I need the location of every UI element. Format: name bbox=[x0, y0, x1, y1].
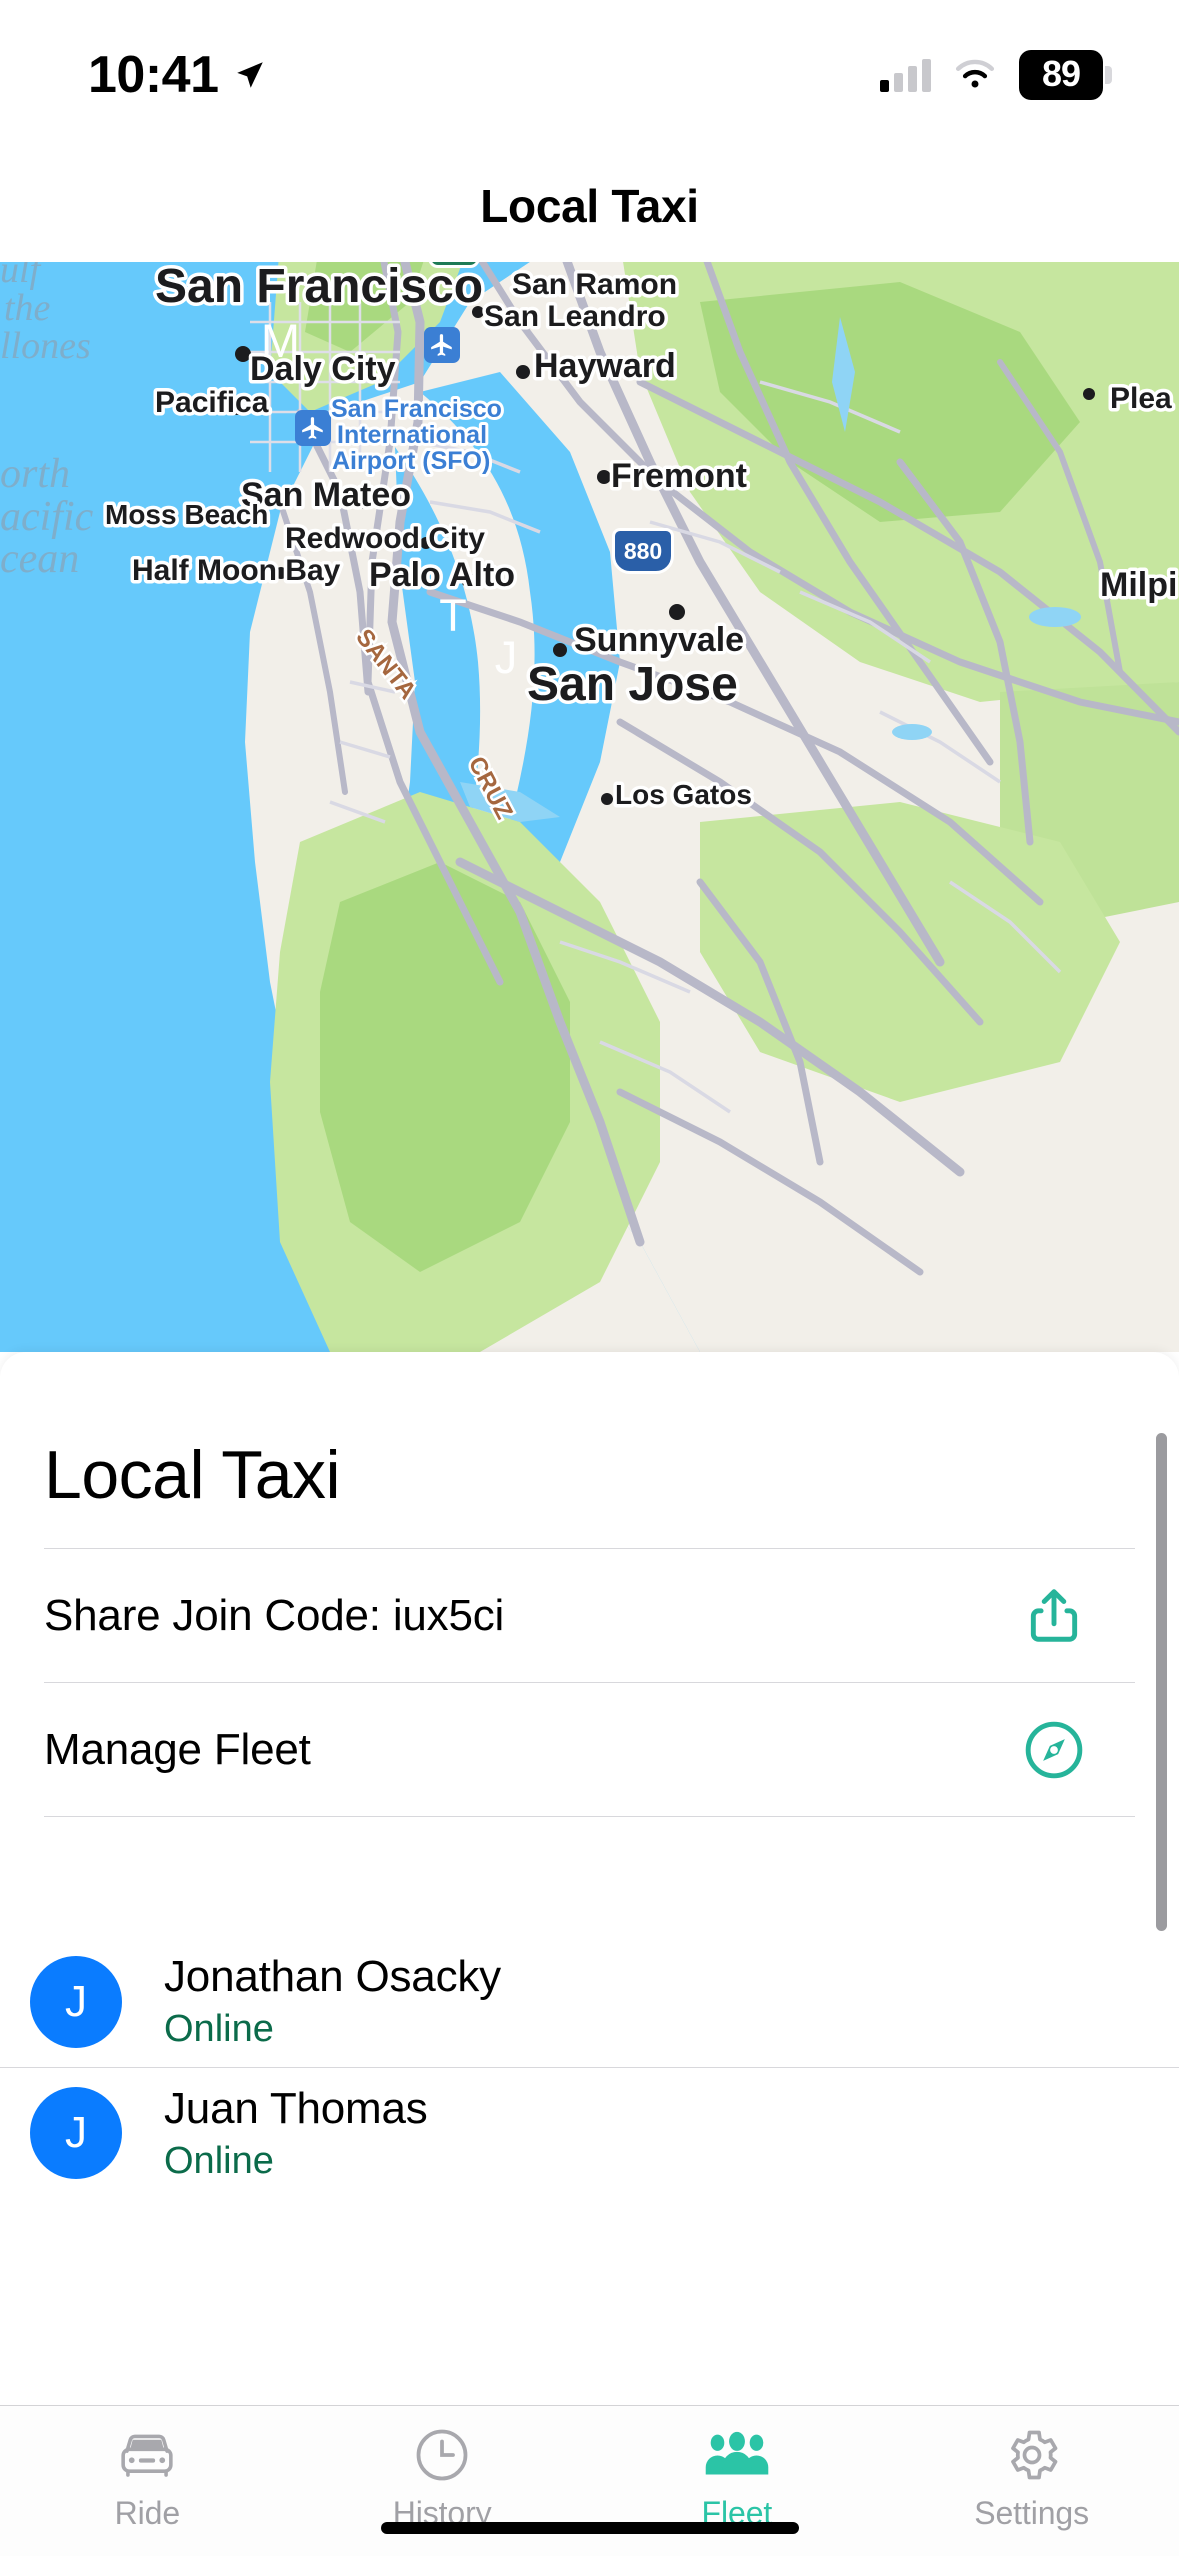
scrollbar[interactable] bbox=[1156, 1433, 1167, 1931]
status-bar-left: 10:41 bbox=[88, 45, 267, 105]
tab-ride[interactable]: Ride bbox=[0, 2424, 295, 2532]
status-badge: Online bbox=[164, 2008, 501, 2051]
status-bar-right: 89 bbox=[880, 50, 1103, 100]
share-icon[interactable] bbox=[1017, 1579, 1091, 1653]
map-marker-m[interactable]: M bbox=[239, 299, 322, 382]
airport-icon bbox=[295, 410, 331, 446]
map-view[interactable]: M T J 13 880 ulf the llones orth acific … bbox=[0, 262, 1179, 1352]
location-arrow-icon bbox=[233, 58, 267, 92]
tab-label-settings: Settings bbox=[974, 2495, 1089, 2532]
tab-settings[interactable]: Settings bbox=[884, 2424, 1179, 2532]
manage-fleet-label: Manage Fleet bbox=[44, 1725, 311, 1775]
route-shield-880: 880 bbox=[612, 528, 674, 574]
avatar: J bbox=[30, 1956, 122, 2048]
page-title: Local Taxi bbox=[480, 179, 699, 233]
gear-icon bbox=[1002, 2424, 1062, 2486]
tab-history[interactable]: History bbox=[295, 2424, 590, 2532]
compass-icon[interactable] bbox=[1017, 1713, 1091, 1787]
battery-indicator: 89 bbox=[1019, 50, 1103, 100]
avatar: J bbox=[30, 2087, 122, 2179]
route-shield-13: 13 bbox=[428, 262, 480, 268]
cellular-bars-icon bbox=[880, 58, 931, 92]
driver-name: Jonathan Osacky bbox=[164, 1952, 501, 2002]
airport-icon bbox=[424, 327, 460, 363]
share-join-code-label: Share Join Code: iux5ci bbox=[44, 1591, 504, 1641]
nav-bar: Local Taxi bbox=[0, 150, 1179, 262]
manage-fleet-row[interactable]: Manage Fleet bbox=[44, 1682, 1135, 1816]
tab-label-ride: Ride bbox=[115, 2495, 180, 2532]
car-icon bbox=[116, 2424, 178, 2486]
tab-fleet[interactable]: Fleet bbox=[590, 2424, 885, 2532]
list-item[interactable]: J Juan Thomas Online bbox=[0, 2067, 1179, 2198]
status-badge: Online bbox=[164, 2140, 428, 2183]
map-canvas bbox=[0, 262, 1179, 1352]
sheet-title: Local Taxi bbox=[44, 1436, 340, 1514]
wifi-icon bbox=[953, 58, 997, 92]
clock-icon bbox=[412, 2424, 472, 2486]
driver-info: Juan Thomas Online bbox=[164, 2084, 428, 2183]
home-indicator bbox=[381, 2522, 799, 2534]
people-group-icon bbox=[703, 2424, 771, 2486]
map-marker-j[interactable]: J bbox=[467, 619, 545, 697]
driver-name: Juan Thomas bbox=[164, 2084, 428, 2134]
list-item[interactable]: J Jonathan Osacky Online bbox=[0, 1936, 1179, 2067]
share-join-code-row[interactable]: Share Join Code: iux5ci bbox=[44, 1548, 1135, 1682]
driver-info: Jonathan Osacky Online bbox=[164, 1952, 501, 2051]
status-bar: 10:41 89 bbox=[0, 0, 1179, 150]
sheet-divider bbox=[44, 1816, 1135, 1817]
status-time: 10:41 bbox=[88, 45, 219, 105]
bottom-sheet: Local Taxi Share Join Code: iux5ci Manag… bbox=[0, 1352, 1179, 2405]
